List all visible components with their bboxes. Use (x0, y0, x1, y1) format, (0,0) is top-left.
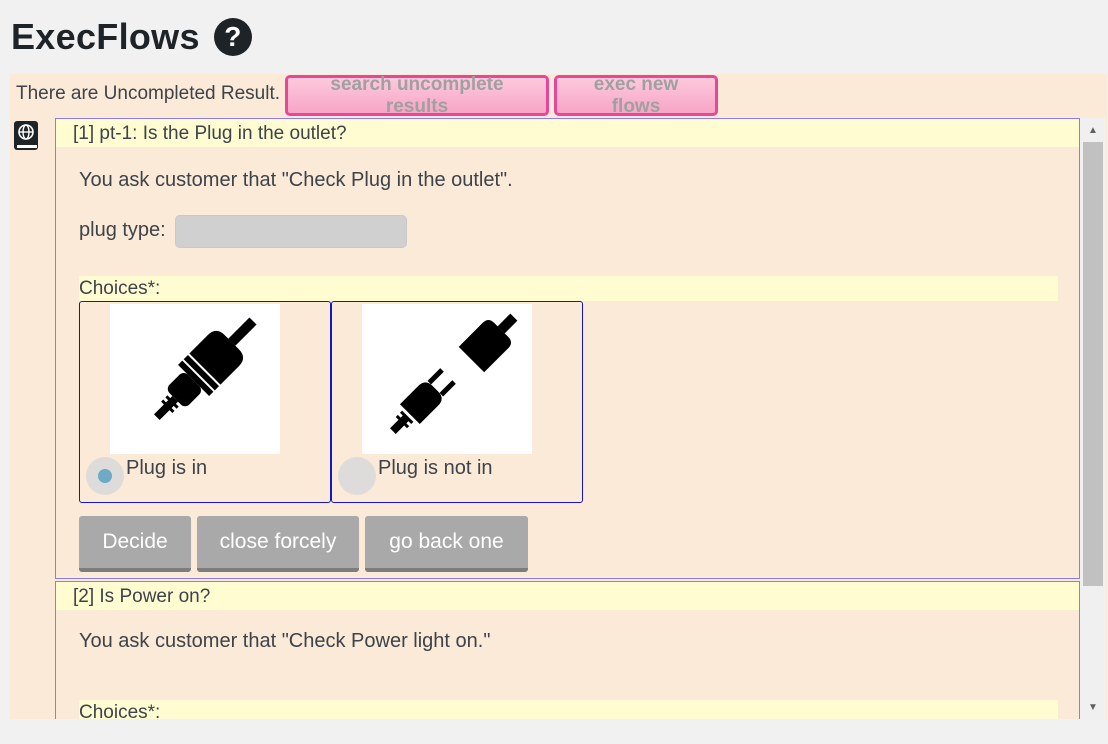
plug-type-label: plug type: (79, 219, 166, 241)
question-circle-icon[interactable]: ? (213, 18, 252, 56)
exec-flows-panel: There are Uncompleted Result. search unc… (10, 74, 1107, 719)
choices-label: Choices*: (79, 276, 1058, 301)
step-instruction: You ask customer that "Check Power light… (79, 630, 491, 652)
book-globe-icon[interactable] (12, 120, 40, 152)
choice-plug-in[interactable]: Plug is in (79, 301, 331, 503)
choice-plug-not-in[interactable]: Plug is not in (331, 301, 583, 503)
close-forcely-button[interactable]: close forcely (197, 516, 359, 572)
go-back-one-button[interactable]: go back one (365, 516, 528, 572)
exec-new-flows-button[interactable]: exec new flows (554, 74, 718, 117)
plug-connected-icon (110, 304, 280, 454)
page-title: ExecFlows (11, 16, 200, 57)
choices-label: Choices*: (79, 700, 1058, 719)
radio-plug-not-in[interactable] (338, 457, 376, 495)
page-header: ExecFlows ? (11, 14, 252, 60)
flow-steps-list: [1] pt-1: Is the Plug in the outlet? You… (55, 118, 1080, 719)
scroll-thumb[interactable] (1083, 142, 1103, 586)
radio-plug-in[interactable] (86, 457, 124, 495)
step-header: [2] Is Power on? (56, 582, 1079, 610)
choice-label: Plug is in (126, 457, 208, 479)
flow-step-1: [1] pt-1: Is the Plug in the outlet? You… (55, 118, 1080, 579)
search-uncomplete-button[interactable]: search uncomplete results (285, 74, 549, 117)
flow-step-2: [2] Is Power on? You ask customer that "… (55, 581, 1080, 719)
plug-disconnected-icon (362, 304, 532, 454)
vertical-scrollbar[interactable]: ▲ ▼ (1080, 118, 1106, 719)
plug-type-field[interactable] (175, 215, 407, 248)
step-header: [1] pt-1: Is the Plug in the outlet? (56, 119, 1079, 147)
decide-button[interactable]: Decide (79, 516, 191, 572)
step-instruction: You ask customer that "Check Plug in the… (79, 169, 513, 191)
radio-selected-dot (98, 469, 112, 483)
choice-label: Plug is not in (378, 457, 493, 479)
uncompleted-notice: There are Uncompleted Result. (16, 83, 281, 104)
scroll-up-arrow-icon[interactable]: ▲ (1080, 118, 1106, 142)
scroll-down-arrow-icon[interactable]: ▼ (1080, 695, 1106, 719)
